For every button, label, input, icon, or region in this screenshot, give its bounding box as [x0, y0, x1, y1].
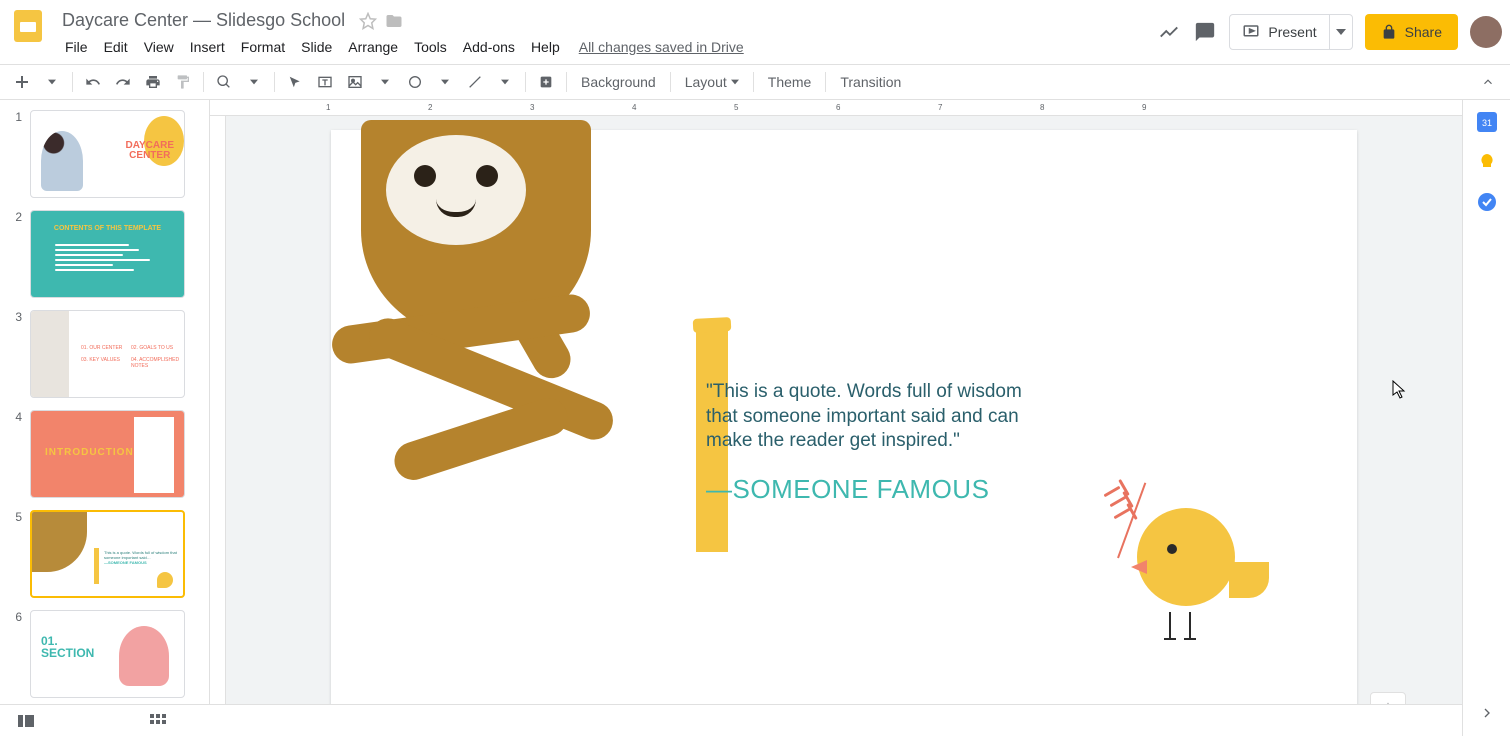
new-slide-dropdown[interactable] [38, 68, 66, 96]
undo-button[interactable] [79, 68, 107, 96]
vertical-ruler[interactable] [210, 116, 226, 736]
comment-button[interactable] [532, 68, 560, 96]
present-button[interactable]: Present [1229, 14, 1352, 50]
app-header: Daycare Center — Slidesgo School File Ed… [0, 0, 1510, 64]
slide-thumb-2[interactable]: 2 CONTENTS OF THIS TEMPLATE [0, 204, 209, 304]
comments-icon[interactable] [1193, 20, 1217, 44]
share-button[interactable]: Share [1365, 14, 1458, 50]
slides-app-icon[interactable] [8, 6, 48, 46]
layout-button[interactable]: Layout [677, 70, 747, 94]
image-tool[interactable] [341, 68, 369, 96]
filmstrip[interactable]: 1 DAYCARECENTER 2 CONTENTS OF THIS TEMPL… [0, 100, 210, 736]
menu-addons[interactable]: Add-ons [456, 35, 522, 59]
menu-view[interactable]: View [137, 35, 181, 59]
document-title[interactable]: Daycare Center — Slidesgo School [56, 8, 351, 33]
slide-thumb-3[interactable]: 3 01. OUR CENTER03. KEY VALUES02. GOALS … [0, 304, 209, 404]
keep-addon-icon[interactable] [1477, 152, 1497, 172]
header-right: Present Share [1157, 6, 1502, 50]
canvas-area: 1 2 3 4 5 6 7 8 9 [210, 100, 1462, 736]
menu-file[interactable]: File [58, 35, 95, 59]
menu-tools[interactable]: Tools [407, 35, 454, 59]
slide-canvas[interactable]: "This is a quote. Words full of wisdom t… [331, 130, 1357, 706]
present-label: Present [1268, 24, 1316, 40]
paint-format-button[interactable] [169, 68, 197, 96]
menu-help[interactable]: Help [524, 35, 567, 59]
transition-button[interactable]: Transition [832, 70, 909, 94]
present-dropdown[interactable] [1329, 15, 1352, 49]
print-button[interactable] [139, 68, 167, 96]
menu-arrange[interactable]: Arrange [341, 35, 405, 59]
bird-illustration[interactable] [1117, 488, 1257, 638]
slide-thumb-6[interactable]: 6 01.SECTION [0, 604, 209, 704]
account-avatar[interactable] [1470, 16, 1502, 48]
zoom-button[interactable] [210, 68, 238, 96]
move-folder-icon[interactable] [385, 12, 403, 30]
star-icon[interactable] [359, 12, 377, 30]
author-textbox[interactable]: —SOMEONE FAMOUS [706, 474, 989, 505]
grid-view-icon[interactable] [148, 711, 168, 731]
cursor-icon [1392, 380, 1406, 400]
filmstrip-view-icon[interactable] [16, 711, 36, 731]
save-status[interactable]: All changes saved in Drive [569, 35, 754, 59]
zoom-dropdown[interactable] [240, 68, 268, 96]
tasks-addon-icon[interactable] [1477, 192, 1497, 212]
slide-thumb-5[interactable]: 5 This is a quote. Words full of wisdom … [0, 504, 209, 604]
activity-icon[interactable] [1157, 20, 1181, 44]
calendar-addon-icon[interactable]: 31 [1477, 112, 1497, 132]
svg-text:31: 31 [1481, 118, 1491, 128]
collapse-side-panel-icon[interactable] [1479, 705, 1495, 724]
knitted-toy-image[interactable] [331, 120, 661, 490]
canvas-scroll[interactable]: "This is a quote. Words full of wisdom t… [226, 116, 1462, 736]
shape-dropdown[interactable] [431, 68, 459, 96]
toolbar: Background Layout Theme Transition [0, 64, 1510, 100]
main-area: 1 DAYCARECENTER 2 CONTENTS OF THIS TEMPL… [0, 100, 1510, 736]
menu-edit[interactable]: Edit [97, 35, 135, 59]
redo-button[interactable] [109, 68, 137, 96]
right-sidebar: 31 [1462, 100, 1510, 736]
title-area: Daycare Center — Slidesgo School File Ed… [56, 6, 1157, 63]
textbox-tool[interactable] [311, 68, 339, 96]
bottom-bar [0, 704, 1462, 736]
share-label: Share [1405, 24, 1442, 40]
line-tool[interactable] [461, 68, 489, 96]
slide-thumb-1[interactable]: 1 DAYCARECENTER [0, 104, 209, 204]
menu-format[interactable]: Format [234, 35, 292, 59]
horizontal-ruler[interactable]: 1 2 3 4 5 6 7 8 9 [210, 100, 1462, 116]
select-tool[interactable] [281, 68, 309, 96]
menu-bar: File Edit View Insert Format Slide Arran… [56, 35, 1157, 63]
shape-tool[interactable] [401, 68, 429, 96]
image-dropdown[interactable] [371, 68, 399, 96]
quote-textbox[interactable]: "This is a quote. Words full of wisdom t… [706, 380, 1046, 454]
slide-thumb-4[interactable]: 4 INTRODUCTION [0, 404, 209, 504]
menu-slide[interactable]: Slide [294, 35, 339, 59]
collapse-toolbar-icon[interactable] [1474, 68, 1502, 96]
menu-insert[interactable]: Insert [183, 35, 232, 59]
new-slide-button[interactable] [8, 68, 36, 96]
background-button[interactable]: Background [573, 70, 664, 94]
theme-button[interactable]: Theme [760, 70, 820, 94]
leaf-icon [1089, 478, 1145, 558]
line-dropdown[interactable] [491, 68, 519, 96]
